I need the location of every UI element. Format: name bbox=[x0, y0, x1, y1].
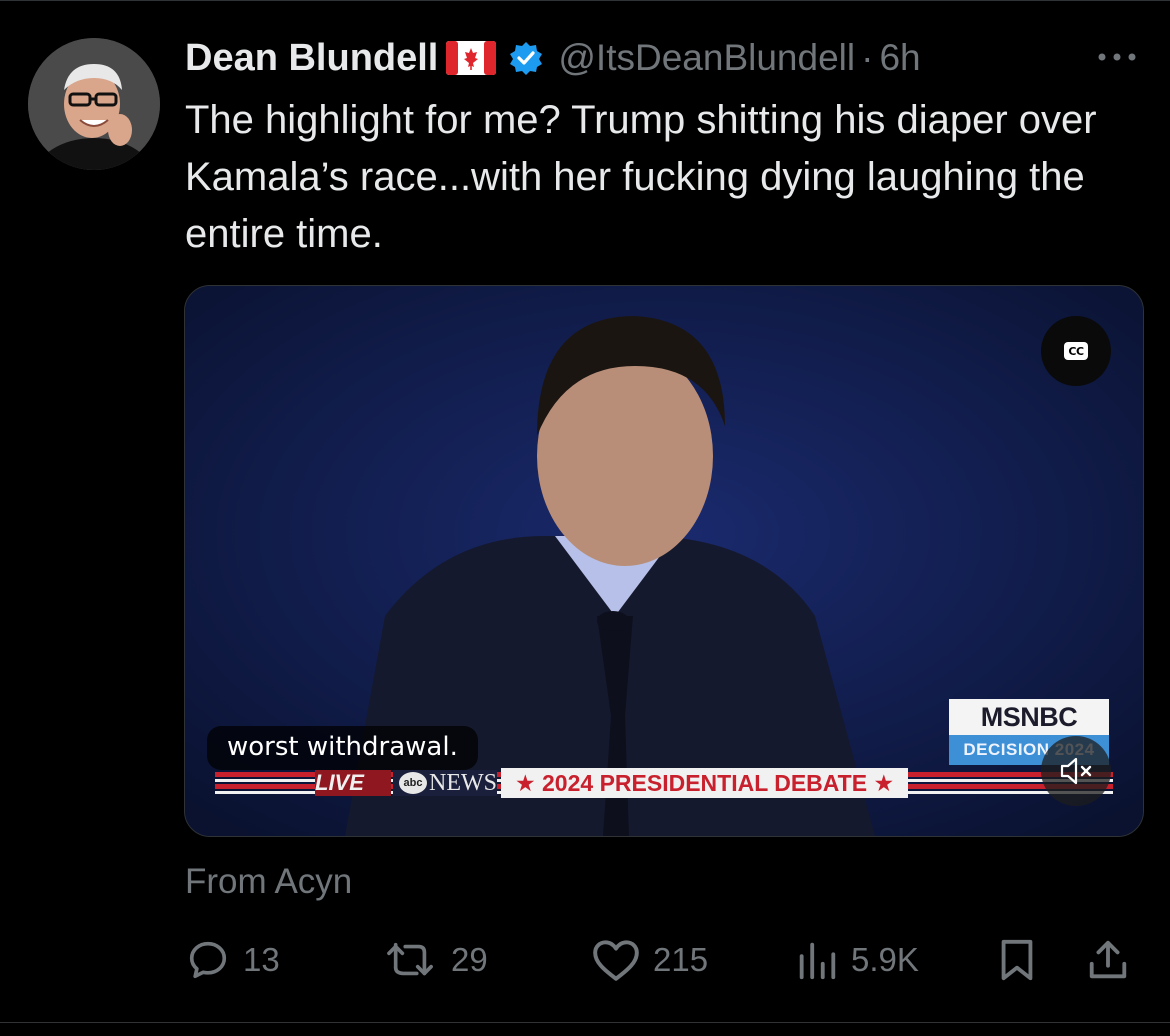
author-name[interactable]: Dean Blundell bbox=[185, 37, 438, 80]
reply-button[interactable]: 13 bbox=[185, 930, 280, 990]
live-label: LIVE bbox=[315, 770, 364, 795]
mute-icon bbox=[1060, 757, 1092, 785]
msnbc-label: MSNBC bbox=[949, 699, 1109, 735]
source-attribution: From Acyn bbox=[185, 862, 353, 901]
top-divider bbox=[0, 0, 1170, 1]
tweet-text: The highlight for me? Trump shitting his… bbox=[185, 98, 1097, 256]
video-player[interactable]: CC worst withdrawal. LIVE abc NEWS ★ 202… bbox=[184, 285, 1144, 837]
separator-dot: · bbox=[861, 37, 874, 78]
network-label: NEWS bbox=[429, 770, 497, 796]
tweet-header: Dean Blundell @ItsDeanBlundell · 6h bbox=[185, 32, 921, 84]
author-handle[interactable]: @ItsDeanBlundell bbox=[558, 37, 855, 79]
bookmark-button[interactable] bbox=[995, 930, 1039, 990]
bottom-divider bbox=[0, 1022, 1170, 1023]
mute-button[interactable] bbox=[1041, 736, 1111, 806]
repost-icon bbox=[387, 942, 433, 976]
bookmark-icon bbox=[1001, 939, 1033, 981]
avatar[interactable] bbox=[28, 38, 160, 170]
reply-icon bbox=[189, 941, 227, 979]
tweet-timestamp[interactable]: 6h bbox=[879, 37, 920, 79]
verified-badge-icon bbox=[508, 40, 544, 76]
video-caption: worst withdrawal. bbox=[207, 726, 478, 770]
share-icon bbox=[1089, 940, 1127, 979]
like-count: 215 bbox=[653, 941, 709, 978]
repost-button[interactable]: 29 bbox=[383, 930, 488, 990]
like-icon bbox=[593, 940, 639, 981]
reply-count: 13 bbox=[243, 941, 280, 978]
news-ticker: LIVE abc NEWS ★ 2024 PRESIDENTIAL DEBATE… bbox=[215, 768, 1113, 798]
cc-icon: CC bbox=[1064, 342, 1088, 360]
more-icon[interactable] bbox=[1092, 42, 1142, 72]
views-count: 5.9K bbox=[851, 941, 919, 978]
share-button[interactable] bbox=[1085, 930, 1131, 990]
views-icon bbox=[799, 942, 836, 980]
action-bar: 13 29 215 5.9K bbox=[185, 930, 1145, 990]
canada-flag-icon bbox=[446, 41, 497, 75]
like-button[interactable]: 215 bbox=[591, 930, 708, 990]
debate-banner: ★ 2024 PRESIDENTIAL DEBATE ★ bbox=[501, 768, 909, 798]
views-button[interactable]: 5.9K bbox=[795, 930, 919, 990]
captions-button[interactable]: CC bbox=[1041, 316, 1111, 386]
repost-count: 29 bbox=[451, 941, 488, 978]
